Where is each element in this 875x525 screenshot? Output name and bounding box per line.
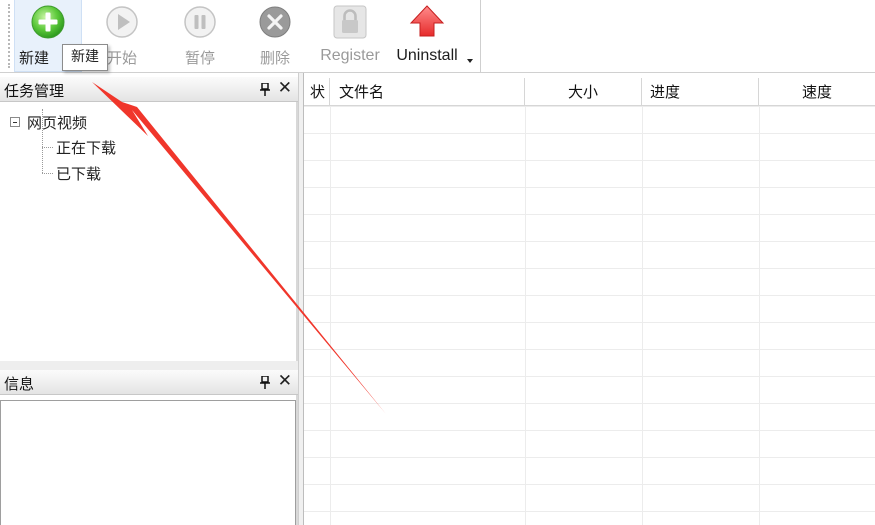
- column-header-filename[interactable]: 文件名: [330, 78, 525, 106]
- grid-row-line: [304, 376, 875, 377]
- grid-row-line: [304, 160, 875, 161]
- panel-splitter[interactable]: [0, 361, 298, 370]
- grid-row-line: [304, 241, 875, 242]
- column-header-status[interactable]: 状: [304, 78, 330, 106]
- grid-row-line: [304, 457, 875, 458]
- grid-row-line: [304, 430, 875, 431]
- pause-circle-icon: [184, 6, 216, 38]
- task-panel-title: 任务管理: [4, 82, 65, 100]
- grid-row-line: [304, 295, 875, 296]
- play-circle-icon: [106, 6, 138, 38]
- tree-item-label: 已下载: [56, 165, 102, 183]
- info-panel-close-icon[interactable]: ✕: [278, 371, 292, 391]
- grid-column-line: [759, 106, 760, 525]
- grid-column-line: [330, 106, 331, 525]
- plus-circle-icon: [31, 5, 65, 39]
- grid-body: [304, 106, 875, 525]
- grid-row-line: [304, 403, 875, 404]
- delete-button-label: 删除: [259, 49, 290, 67]
- grid-header: 状 文件名 大小 进度 速度: [304, 78, 875, 106]
- toolbar-grip[interactable]: [8, 4, 10, 68]
- grid-column-line: [642, 106, 643, 525]
- x-circle-icon: [259, 6, 291, 38]
- red-up-arrow-icon: [409, 5, 445, 37]
- pause-button[interactable]: 暂停: [168, 0, 232, 72]
- grid-row-line: [304, 214, 875, 215]
- info-panel-title: 信息: [4, 375, 35, 393]
- column-header-size[interactable]: 大小: [525, 78, 642, 106]
- info-panel: 信息 ✕: [0, 370, 298, 525]
- new-button-label: 新建: [19, 49, 50, 67]
- toolbar-separator: [480, 0, 481, 72]
- task-panel-close-icon[interactable]: ✕: [278, 78, 292, 98]
- info-panel-header: 信息 ✕: [0, 370, 298, 395]
- pin-icon[interactable]: [260, 376, 270, 389]
- toolbar: 新建 开始 暂停 删除 Register Uninstall: [0, 0, 875, 73]
- pin-icon[interactable]: [260, 83, 270, 96]
- grid-row-line: [304, 268, 875, 269]
- toolbar-overflow-dropdown-icon[interactable]: [467, 59, 473, 63]
- column-header-speed[interactable]: 速度: [759, 78, 875, 106]
- tree-collapse-icon[interactable]: [10, 117, 20, 127]
- column-header-progress[interactable]: 进度: [642, 78, 759, 106]
- grid-row-line: [304, 133, 875, 134]
- grid-row-line: [304, 106, 875, 107]
- grid-row-line: [304, 322, 875, 323]
- tree-connector: [42, 109, 43, 173]
- tree-item-label: 正在下载: [56, 139, 117, 157]
- grid-column-line: [525, 106, 526, 525]
- delete-button[interactable]: 删除: [243, 0, 307, 72]
- info-content-area: [0, 400, 296, 525]
- download-list-grid: 状 文件名 大小 进度 速度: [304, 78, 875, 525]
- tree-item-label: 网页视频: [27, 114, 88, 132]
- uninstall-button[interactable]: Uninstall: [392, 0, 462, 72]
- grid-row-line: [304, 484, 875, 485]
- register-button-label: Register: [320, 47, 380, 64]
- grid-row-line: [304, 511, 875, 512]
- new-button-tooltip: 新建: [62, 44, 108, 71]
- pause-button-label: 暂停: [184, 49, 215, 67]
- uninstall-button-label: Uninstall: [396, 47, 458, 64]
- grid-row-line: [304, 187, 875, 188]
- grid-row-line: [304, 349, 875, 350]
- register-button[interactable]: Register: [314, 0, 386, 72]
- lock-icon: [333, 5, 367, 39]
- task-panel-header: 任务管理 ✕: [0, 77, 298, 102]
